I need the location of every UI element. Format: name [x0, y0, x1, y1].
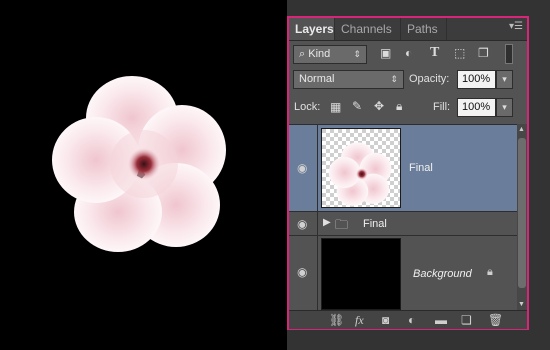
fill-label: Fill: [433, 101, 451, 113]
updown-arrows-icon: ⇕ [390, 74, 398, 84]
trash-icon[interactable]: 🗑︎ [488, 313, 503, 327]
opacity-label: Opacity: [409, 73, 450, 85]
layer-row-final[interactable]: ◉ Final [289, 125, 517, 212]
scroll-up-arrow-icon[interactable]: ▲ [518, 126, 525, 133]
visibility-toggle[interactable]: ◉ [289, 236, 318, 311]
layer-name[interactable]: Final [363, 218, 387, 230]
lock-all-icon[interactable]: 🔒︎ [396, 99, 402, 114]
new-group-icon[interactable]: ▬ [435, 313, 447, 327]
layer-name[interactable]: Final [409, 162, 433, 174]
opacity-input[interactable]: 100% [457, 70, 496, 89]
layer-thumbnail[interactable] [321, 238, 401, 310]
filter-row: ⌕ Kind ⇕ ▣ ◐ T ⬚ ❐ [289, 42, 527, 68]
scrollbar-thumb[interactable] [518, 138, 526, 288]
tab-layers[interactable]: Layers [289, 18, 335, 40]
opacity-dropdown-button[interactable]: ▾ [496, 70, 513, 89]
layer-thumbnail[interactable] [321, 128, 401, 208]
lock-icon: 🔒︎ [487, 266, 493, 278]
search-icon: ⌕ [299, 48, 306, 60]
blend-row: Normal ⇕ Opacity: 100% ▾ [289, 68, 527, 94]
panel-bottom-toolbar: ⛓︎ fx ◙ ◐ ▬ ❏ 🗑︎ [289, 310, 527, 329]
shape-filter-icon[interactable]: ⬚ [454, 46, 465, 60]
link-layers-icon[interactable]: ⛓︎ [329, 313, 344, 327]
layer-name[interactable]: Background [413, 268, 472, 280]
fill-dropdown-button[interactable]: ▾ [496, 98, 513, 117]
smart-object-filter-icon[interactable]: ❐ [478, 46, 489, 60]
flower-thumbnail [322, 129, 400, 207]
expand-arrow-icon[interactable]: ▶ [323, 217, 331, 228]
pixel-filter-icon[interactable]: ▣ [380, 46, 391, 60]
lock-position-icon[interactable]: ✥ [374, 99, 384, 113]
eye-icon: ◉ [297, 265, 308, 279]
layer-row-final-group[interactable]: ◉ ▶ 🗀︎ Final [289, 212, 517, 236]
tab-channels[interactable]: Channels [335, 18, 401, 40]
panel-menu-icon[interactable]: ▾☰ [509, 21, 523, 32]
layers-panel: Layers Channels Paths ▾☰ ⌕ Kind ⇕ ▣ ◐ T … [287, 16, 529, 330]
fx-icon[interactable]: fx [355, 313, 364, 328]
type-filter-icon[interactable]: T [430, 45, 439, 61]
visibility-toggle[interactable]: ◉ [289, 125, 318, 211]
blend-mode-value: Normal [299, 73, 335, 85]
adjustment-filter-icon[interactable]: ◐ [405, 46, 412, 60]
fill-input[interactable]: 100% [457, 98, 496, 117]
new-layer-icon[interactable]: ❏ [461, 313, 472, 327]
lock-row: Lock: ▦ ✎ ✥ 🔒︎ Fill: 100% ▾ [289, 95, 527, 121]
flower-artwork [52, 76, 226, 252]
lock-transparent-pixels-icon[interactable]: ▦ [330, 100, 341, 114]
layers-list: ◉ Final ◉ ▶ 🗀︎ Final ◉ Background 🔒︎ [289, 124, 517, 311]
document-canvas[interactable] [0, 0, 287, 350]
filter-toggle-switch[interactable] [505, 44, 513, 64]
tab-paths[interactable]: Paths [401, 18, 447, 40]
layers-scrollbar[interactable]: ▲ ▼ [517, 124, 527, 310]
panel-tabs: Layers Channels Paths ▾☰ [289, 18, 527, 41]
kind-filter-select[interactable]: ⌕ Kind ⇕ [293, 45, 367, 64]
eye-icon: ◉ [297, 217, 308, 231]
blend-mode-select[interactable]: Normal ⇕ [293, 70, 404, 89]
layer-row-background[interactable]: ◉ Background 🔒︎ [289, 236, 517, 311]
lock-image-pixels-icon[interactable]: ✎ [352, 99, 362, 113]
scroll-down-arrow-icon[interactable]: ▼ [518, 301, 525, 308]
folder-icon: 🗀︎ [335, 217, 349, 232]
add-mask-icon[interactable]: ◙ [382, 313, 389, 327]
visibility-toggle[interactable]: ◉ [289, 212, 318, 235]
lock-label: Lock: [294, 101, 321, 113]
eye-icon: ◉ [297, 161, 308, 175]
updown-arrows-icon: ⇕ [353, 49, 361, 59]
adjustment-layer-icon[interactable]: ◐ [408, 313, 415, 327]
kind-filter-label: Kind [308, 48, 331, 60]
